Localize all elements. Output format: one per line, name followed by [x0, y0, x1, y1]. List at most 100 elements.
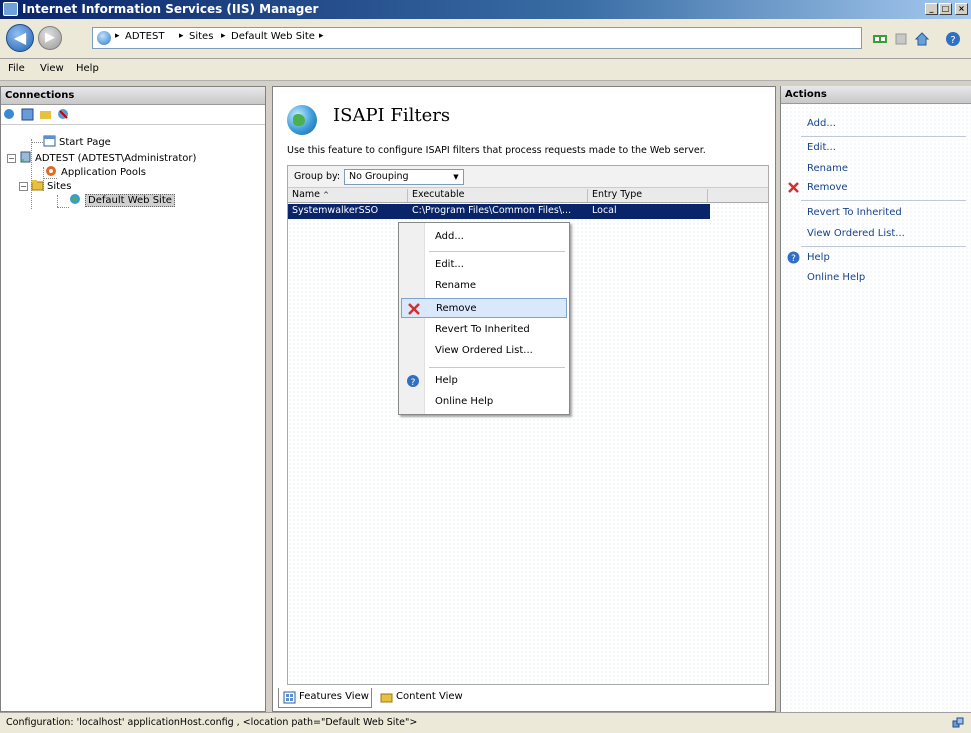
home-icon[interactable]: [914, 31, 930, 47]
connections-toolbar: [1, 105, 265, 125]
sites-folder-icon: [31, 180, 44, 191]
context-online-help[interactable]: Online Help: [401, 392, 567, 412]
action-help[interactable]: Help: [807, 252, 830, 263]
context-menu: Add... Edit... Rename Remove Revert To I…: [398, 222, 570, 415]
collapse-server-icon[interactable]: −: [7, 154, 16, 163]
action-edit[interactable]: Edit...: [807, 142, 836, 153]
server-icon: [20, 151, 31, 163]
website-globe-icon: [70, 194, 80, 204]
menu-help[interactable]: Help: [76, 63, 99, 74]
tab-features-view[interactable]: Features View: [278, 688, 372, 708]
help-icon[interactable]: ?: [945, 31, 961, 47]
delete-connection-icon[interactable]: [57, 108, 70, 121]
column-header-executable[interactable]: Executable: [408, 189, 588, 202]
save-connections-icon[interactable]: [21, 108, 34, 121]
context-item-label: Help: [435, 375, 458, 386]
actions-separator: [801, 246, 966, 247]
server-globe-icon: [97, 31, 111, 45]
minimize-button[interactable]: _: [925, 3, 938, 15]
group-by-dropdown[interactable]: No Grouping ▼: [344, 169, 464, 185]
menu-file[interactable]: File: [8, 63, 25, 74]
tree-line: [57, 195, 58, 207]
tab-content-view[interactable]: Content View: [376, 688, 470, 708]
breadcrumb-site[interactable]: Default Web Site: [231, 31, 315, 42]
breadcrumb[interactable]: ▸ ADTEST ▸ Sites ▸ Default Web Site ▸: [92, 27, 862, 49]
table-row[interactable]: SystemwalkerSSO C:\Program Files\Common …: [288, 204, 710, 219]
column-header-name-label: Name: [292, 189, 321, 200]
context-item-label: Add...: [435, 231, 464, 242]
connections-panel: Connections Start Page − ADTEST (ADTEST\…: [0, 86, 266, 712]
context-edit[interactable]: Edit...: [401, 255, 567, 275]
svg-text:?: ?: [791, 254, 796, 264]
menu-view[interactable]: View: [40, 63, 64, 74]
tree-node-default-web-site[interactable]: Default Web Site: [69, 193, 175, 207]
stop-icon[interactable]: [893, 31, 909, 47]
context-rename[interactable]: Rename: [401, 276, 567, 296]
tree-node-start-page[interactable]: Start Page: [43, 135, 111, 149]
collapse-sites-icon[interactable]: −: [19, 182, 28, 191]
maximize-button[interactable]: □: [939, 3, 952, 15]
page-title: ISAPI Filters: [333, 105, 451, 126]
action-remove[interactable]: Remove: [807, 182, 848, 193]
sort-ascending-icon: ^: [323, 191, 329, 199]
tree-node-sites[interactable]: Sites: [31, 179, 71, 193]
window-title: Internet Information Services (IIS) Mana…: [22, 2, 319, 16]
close-button[interactable]: ×: [955, 3, 968, 15]
context-item-label: Online Help: [435, 396, 494, 407]
breadcrumb-separator: ▸: [179, 31, 184, 41]
forward-button[interactable]: ▶: [38, 26, 62, 50]
column-header-entry-type[interactable]: Entry Type: [588, 189, 708, 202]
isapi-filters-globe-icon: [287, 105, 317, 135]
status-bar: Configuration: 'localhost' applicationHo…: [0, 712, 971, 733]
action-view-ordered-list[interactable]: View Ordered List...: [807, 228, 905, 239]
tree-label: Sites: [47, 181, 72, 192]
remove-x-icon: [788, 182, 799, 193]
cell-name: SystemwalkerSSO: [292, 205, 379, 216]
svg-text:?: ?: [411, 378, 416, 388]
context-item-label: Edit...: [435, 259, 464, 270]
cell-executable: C:\Program Files\Common Files\...: [412, 205, 572, 216]
actions-separator: [801, 136, 966, 137]
actions-separator: [801, 200, 966, 201]
menu-bar: File View Help: [0, 59, 971, 81]
action-add[interactable]: Add...: [807, 118, 836, 129]
context-item-label: Rename: [435, 280, 477, 291]
tab-label: Content View: [396, 691, 463, 702]
address-bar: ◀ ▶ ▸ ADTEST ▸ Sites ▸ Default Web Site …: [0, 19, 971, 59]
cell-entry-type: Local: [592, 205, 617, 216]
column-header-name[interactable]: Name ^: [288, 189, 408, 202]
network-status-icon: [952, 717, 964, 728]
connections-header: Connections: [1, 87, 265, 105]
breadcrumb-separator: ▸: [115, 31, 120, 41]
back-button[interactable]: ◀: [6, 24, 34, 52]
status-text: Configuration: 'localhost' applicationHo…: [6, 717, 418, 728]
tree-label: Default Web Site: [85, 194, 175, 207]
help-icon: ?: [787, 251, 800, 264]
context-view-ordered-list[interactable]: View Ordered List...: [401, 341, 567, 361]
iis-app-icon: [3, 2, 18, 16]
content-view-icon: [380, 693, 393, 703]
context-item-label: Remove: [436, 303, 477, 314]
tree-line: [31, 139, 32, 209]
connect-icon[interactable]: [872, 31, 888, 47]
breadcrumb-server[interactable]: ADTEST: [125, 31, 164, 42]
tree-node-server[interactable]: ADTEST (ADTEST\Administrator): [19, 151, 196, 165]
context-separator: [429, 367, 565, 368]
tree-label: Start Page: [59, 137, 111, 148]
tree-node-app-pools[interactable]: Application Pools: [45, 165, 146, 179]
create-connection-icon[interactable]: [3, 108, 16, 121]
context-revert-to-inherited[interactable]: Revert To Inherited: [401, 320, 567, 340]
feature-description: Use this feature to configure ISAPI filt…: [287, 145, 706, 156]
context-remove[interactable]: Remove: [401, 298, 567, 318]
action-rename[interactable]: Rename: [807, 163, 848, 174]
action-revert-to-inherited[interactable]: Revert To Inherited: [807, 207, 902, 218]
title-bar: Internet Information Services (IIS) Mana…: [0, 0, 971, 19]
tab-label: Features View: [299, 691, 369, 702]
context-separator: [429, 251, 565, 252]
action-online-help[interactable]: Online Help: [807, 272, 865, 283]
breadcrumb-sites[interactable]: Sites: [189, 31, 213, 42]
context-help[interactable]: ? Help: [401, 371, 567, 391]
context-add[interactable]: Add...: [401, 227, 567, 247]
up-icon[interactable]: [39, 108, 52, 121]
column-headers: Name ^ Executable Entry Type: [288, 188, 768, 203]
